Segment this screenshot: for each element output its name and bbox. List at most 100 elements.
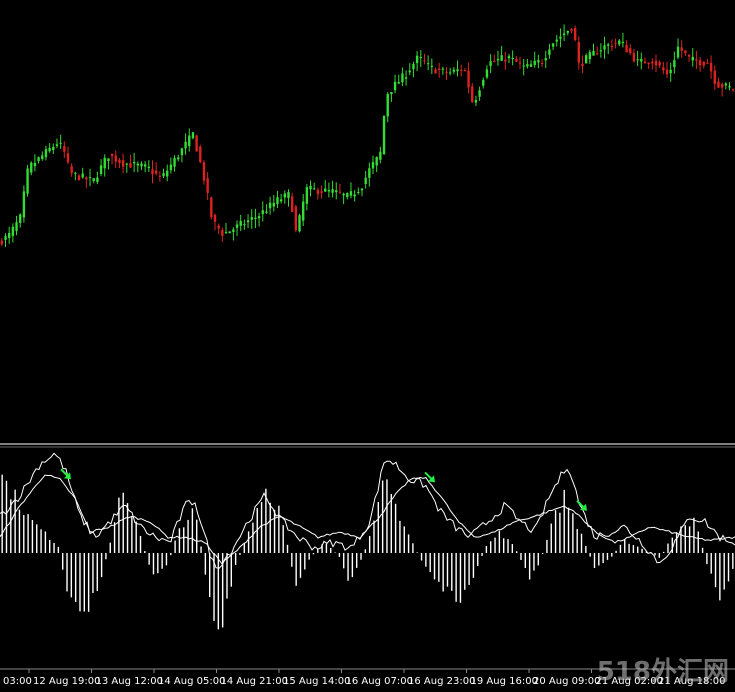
candle-body <box>614 42 617 44</box>
candle-body <box>489 61 492 66</box>
candle-body <box>136 163 140 166</box>
candle-body <box>0 240 4 245</box>
candle-body <box>368 168 371 178</box>
candle-body <box>423 60 426 62</box>
time-tick-label: 13 Aug 12:00 <box>96 676 163 687</box>
candle-body <box>426 63 430 65</box>
candle-body <box>37 157 40 162</box>
candle-body <box>316 189 320 195</box>
candle-body <box>287 192 290 199</box>
candle-body <box>235 224 239 228</box>
candle-body <box>19 214 22 223</box>
candle-body <box>44 149 48 158</box>
candle-body <box>404 77 408 79</box>
candle-body <box>11 226 15 236</box>
trading-chart[interactable]: 03:00 12 Aug 19:0013 Aug 12:0014 Aug 05:0… <box>0 0 735 692</box>
candle-body <box>437 68 441 70</box>
candle-body <box>177 157 180 160</box>
candle-body <box>419 57 422 59</box>
candle-body <box>305 187 309 204</box>
candle-body <box>629 48 632 54</box>
candle-body <box>474 100 478 103</box>
candle-body <box>709 62 713 72</box>
candle-body <box>386 93 389 117</box>
candle-body <box>96 177 99 182</box>
candle-body <box>107 158 110 162</box>
time-tick-label: 20 Aug 09:00 <box>533 676 600 687</box>
candle-body <box>555 39 558 42</box>
candle-body <box>265 211 268 213</box>
candle-body <box>540 63 544 65</box>
candle-body <box>272 202 275 207</box>
candle-body <box>261 210 264 215</box>
time-tick-label: 03:00 <box>3 676 32 687</box>
candle[interactable] <box>294 204 298 233</box>
candle[interactable] <box>199 144 202 164</box>
candle-body <box>518 62 522 64</box>
candle-body <box>460 69 463 71</box>
time-tick-label: 19 Aug 16:00 <box>471 676 538 687</box>
candle-body <box>228 231 231 234</box>
time-tick-label: 16 Aug 23:00 <box>408 676 475 687</box>
candle[interactable] <box>382 115 386 155</box>
candle-body <box>132 161 136 164</box>
candle-body <box>702 61 705 66</box>
candle-body <box>55 144 59 147</box>
candle-body <box>434 69 437 74</box>
candle-body <box>268 202 272 209</box>
candle-body <box>85 177 88 180</box>
candle-body <box>478 90 481 97</box>
candle-body <box>48 147 51 152</box>
candle-body <box>599 50 603 52</box>
candle-body <box>463 70 467 72</box>
candle-body <box>595 53 599 55</box>
candle-body <box>500 55 503 61</box>
candle-body <box>412 64 415 70</box>
candle-body <box>118 159 121 163</box>
candle-body <box>544 58 547 61</box>
candle-body <box>309 185 312 190</box>
candle-body <box>364 177 367 184</box>
candle-body <box>180 148 184 156</box>
candle-body <box>121 160 125 167</box>
chart-background <box>0 0 735 692</box>
candle-body <box>665 69 669 75</box>
candle-body <box>184 141 187 149</box>
candle-body <box>445 72 448 74</box>
candle-body <box>537 60 540 63</box>
candle[interactable] <box>298 213 301 233</box>
candle-body <box>169 164 173 171</box>
candle-body <box>331 189 334 193</box>
candle-body <box>507 56 511 59</box>
candle-body <box>452 69 456 72</box>
candle-body <box>673 60 676 68</box>
candle-body <box>651 61 654 64</box>
candle-body <box>239 220 242 226</box>
candle-body <box>92 178 95 181</box>
candle-body <box>246 220 250 223</box>
candle[interactable] <box>228 231 231 234</box>
candle-body <box>728 86 731 88</box>
candle-body <box>430 65 434 67</box>
candle[interactable] <box>195 134 198 152</box>
candle-body <box>254 217 257 220</box>
candle-body <box>551 43 555 47</box>
candle-body <box>669 69 672 74</box>
candle[interactable] <box>210 196 213 220</box>
candle-body <box>77 175 81 181</box>
candle-body <box>22 191 26 218</box>
candle-body <box>140 163 143 167</box>
candle-body <box>114 155 117 162</box>
candle-body <box>485 69 489 78</box>
candle-body <box>625 44 628 53</box>
candle-body <box>224 232 228 234</box>
candle[interactable] <box>26 165 29 197</box>
candle-body <box>324 188 327 192</box>
candle-body <box>397 82 400 84</box>
candle-body <box>588 52 592 60</box>
candle-body <box>504 59 507 62</box>
time-tick-label: 15 Aug 14:00 <box>283 676 350 687</box>
candle-body <box>110 153 114 156</box>
candle-body <box>59 142 62 144</box>
candle-body <box>515 58 518 62</box>
